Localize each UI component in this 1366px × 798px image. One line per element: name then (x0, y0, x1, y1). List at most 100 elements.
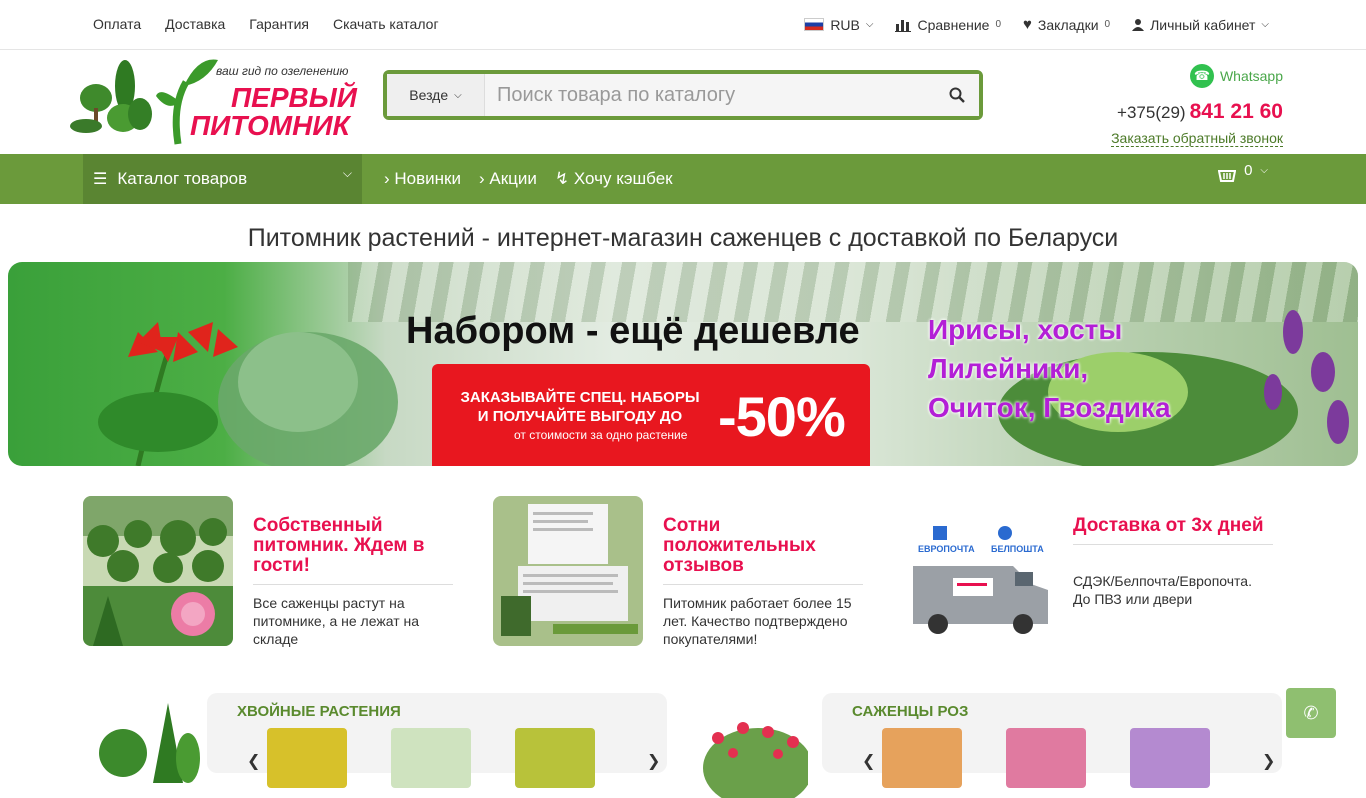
chevron-right-icon: › (479, 169, 485, 188)
callback-link[interactable]: Заказать обратный звонок (1111, 130, 1283, 147)
product-thumb[interactable] (1130, 728, 1210, 788)
currency-label: RUB (830, 16, 860, 33)
chevron-right-icon[interactable]: ❯ (1262, 751, 1275, 771)
compare-count: 0 (995, 19, 1002, 30)
top-links: Оплата Доставка Гарантия Скачать каталог (93, 16, 439, 32)
whatsapp-link[interactable]: ☎ Whatsapp (1111, 64, 1283, 88)
link-delivery[interactable]: Доставка (165, 16, 225, 32)
nav-cashback-label: Хочу кэшбек (573, 169, 673, 188)
top-bar: Оплата Доставка Гарантия Скачать каталог… (0, 0, 1366, 50)
feature-title: Доставка от 3х дней (1073, 516, 1273, 545)
category-title[interactable]: ХВОЙНЫЕ РАСТЕНИЯ (237, 703, 401, 720)
chevron-down-icon: ⌵ (1261, 19, 1269, 30)
feature-title: Сотни положительных отзывов (663, 516, 863, 585)
belpochta-logo: БЕЛПОШТА (991, 544, 1044, 554)
chevron-right-icon: › (384, 169, 390, 188)
lightning-icon: ↯ (554, 169, 570, 188)
search-icon (949, 87, 965, 103)
phone-prefix: +375(29) (1117, 103, 1186, 122)
phone-number[interactable]: +375(29) 841 21 60 (1111, 100, 1283, 124)
feature-desc: Все саженцы растут на питомнике, а не ле… (253, 595, 420, 647)
bookmarks-count: 0 (1104, 19, 1111, 30)
plants-line: Ирисы, хосты (928, 314, 1123, 345)
feature-title: Собственный питомник. Ждем в гости! (253, 516, 453, 585)
heart-icon: ♥ (1023, 16, 1032, 33)
nav-sales[interactable]: › Акции (479, 169, 537, 189)
promo-text: ЗАКАЗЫВАЙТЕ СПЕЦ. НАБОРЫ И ПОЛУЧАЙТЕ ВЫГ… (446, 388, 714, 426)
compare-label: Сравнение (917, 16, 990, 33)
product-thumb[interactable] (391, 728, 471, 788)
hamburger-icon: ☰ (93, 171, 108, 188)
product-thumb[interactable] (515, 728, 595, 788)
feature-reviews: Сотни положительных отзывов Питомник раб… (493, 496, 873, 647)
feature-desc: Питомник работает более 15 лет. Качество… (663, 595, 852, 647)
cart-icon (1218, 169, 1237, 182)
category-roses: САЖЕНЦЫ РОЗ ❮ ❯ (698, 693, 1298, 798)
category-title[interactable]: САЖЕНЦЫ РОЗ (852, 703, 968, 720)
chevron-down-icon: ⌵ (342, 166, 352, 180)
promo-banner[interactable]: Набором - ещё дешевле ЗАКАЗЫВАЙТЕ СПЕЦ. … (8, 262, 1358, 466)
link-download-catalog[interactable]: Скачать каталог (333, 16, 439, 32)
nav-sales-label: Акции (489, 169, 537, 188)
search-button[interactable] (935, 74, 979, 116)
link-payment[interactable]: Оплата (93, 16, 141, 32)
category-conifers: ХВОЙНЫЕ РАСТЕНИЯ ❮ ❯ (83, 693, 683, 788)
nav-new-label: Новинки (394, 169, 461, 188)
chevron-down-icon: ⌵ (1260, 165, 1268, 176)
compare-link[interactable]: Сравнение 0 (895, 17, 1001, 33)
reviews-photo (493, 496, 643, 646)
bar-chart-icon (895, 19, 912, 32)
banner-flowers-left-icon (98, 322, 398, 466)
product-thumb[interactable] (1006, 728, 1086, 788)
conifer-panel: ХВОЙНЫЕ РАСТЕНИЯ ❮ ❯ (207, 693, 667, 788)
chevron-right-icon[interactable]: ❯ (647, 751, 660, 771)
logo-name-line1: ПЕРВЫЙ (231, 82, 357, 113)
call-button[interactable]: ✆ (1286, 688, 1336, 738)
product-thumb[interactable] (882, 728, 962, 788)
promo-line1: ЗАКАЗЫВАЙТЕ СПЕЦ. НАБОРЫ (460, 389, 700, 406)
contacts: ☎ Whatsapp +375(29) 841 21 60 Заказать об… (1111, 64, 1283, 148)
user-icon (1132, 19, 1145, 31)
nav-new[interactable]: › Новинки (384, 169, 461, 189)
search-input[interactable] (485, 74, 935, 116)
bookmarks-link[interactable]: ♥ Закладки 0 (1023, 16, 1110, 33)
page-title: Питомник растений - интернет-магазин саж… (247, 224, 1119, 252)
search-scope-label: Везде (409, 87, 449, 103)
link-warranty[interactable]: Гарантия (249, 16, 309, 32)
promo-line3: от стоимости за одно растение (514, 428, 688, 442)
catalog-label: Каталог товаров (117, 169, 248, 188)
header: ваш гид по озеленению ПЕРВЫЙ ПИТОМНИК Ве… (0, 50, 1366, 154)
product-thumb[interactable] (267, 728, 347, 788)
feature-nursery: Собственный питомник. Ждем в гости! Все … (83, 496, 463, 647)
reviews-photo-image (493, 496, 643, 646)
plants-line: Очиток, Гвоздика (928, 392, 1171, 423)
nursery-photo (83, 496, 233, 646)
search-bar: Везде ⌵ (383, 70, 983, 120)
feature-desc: СДЭК/Белпочта/Европочта. До ПВЗ или двер… (1073, 573, 1252, 607)
top-actions: RUB ⌵ Сравнение 0 ♥ Закладки 0 Личный каби… (804, 16, 1269, 33)
account-menu[interactable]: Личный кабинет ⌵ (1132, 17, 1269, 33)
nav-cashback[interactable]: ↯ Хочу кэшбек (555, 169, 673, 189)
cart-button[interactable]: 0 ⌵ (1218, 162, 1268, 183)
feature-delivery: ЕВРОПОЧТА БЕЛПОШТА Доставка от 3х дней С… (903, 496, 1283, 646)
logo[interactable]: ваш гид по озеленению ПЕРВЫЙ ПИТОМНИК (68, 56, 358, 146)
catalog-menu-button[interactable]: ☰ Каталог товаров ⌵ (83, 154, 362, 204)
promo-line2: И ПОЛУЧАЙТЕ ВЫГОДУ ДО (477, 408, 683, 425)
rose-bush-illustration (703, 722, 808, 798)
cart-count: 0 (1244, 162, 1253, 179)
chevron-down-icon: ⌵ (865, 19, 874, 30)
russia-flag-icon (804, 18, 825, 31)
chevron-down-icon: ⌵ (454, 89, 462, 101)
search-scope-dropdown[interactable]: Везде ⌵ (387, 74, 485, 116)
chevron-left-icon[interactable]: ❮ (862, 751, 875, 771)
whatsapp-label: Whatsapp (1219, 68, 1283, 84)
bookmarks-label: Закладки (1037, 16, 1099, 33)
nav-links: › Новинки › Акции ↯ Хочу кэшбек (384, 169, 673, 189)
chevron-left-icon[interactable]: ❮ (247, 751, 260, 771)
promo-percent: -50% (718, 385, 846, 448)
phone-icon: ✆ (1303, 702, 1319, 723)
currency-selector[interactable]: RUB ⌵ (804, 17, 873, 33)
logo-name-line2: ПИТОМНИК (190, 110, 350, 141)
account-label: Личный кабинет (1150, 16, 1256, 33)
roses-panel: САЖЕНЦЫ РОЗ ❮ ❯ (822, 693, 1282, 788)
